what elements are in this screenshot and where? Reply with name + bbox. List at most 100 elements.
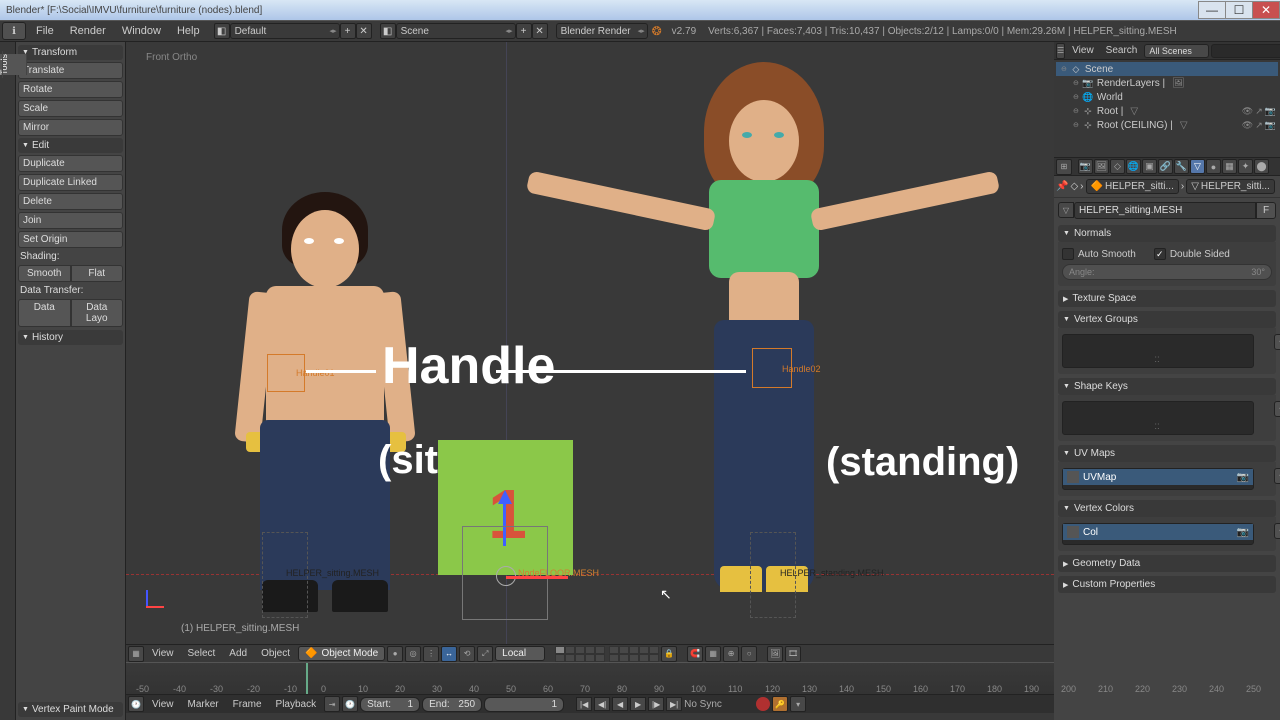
angle-slider[interactable]: Angle:30° [1062,264,1272,280]
add-scene-button[interactable]: + [516,23,532,39]
transform-header[interactable]: Transform [18,45,123,60]
autokey-record-icon[interactable] [756,697,770,711]
editor-type-3dview-icon[interactable]: ▦ [128,646,144,662]
timeline-view-menu[interactable]: View [146,699,180,710]
tree-row[interactable]: ⊖⊹Root |▽👁↗📷 [1056,104,1278,118]
scene-link-icon[interactable]: ◇ [1070,181,1078,192]
camera-active-icon[interactable]: 📷 [1237,472,1249,483]
fake-user-button[interactable]: F [1256,202,1276,219]
scale-button[interactable]: Scale [18,100,123,117]
screen-layout-dropdown[interactable]: Default [230,23,340,39]
delete-layout-button[interactable]: ✕ [356,23,372,39]
snap-target-icon[interactable]: ⊕ [723,646,739,662]
operator-panel[interactable]: Vertex Paint Mode [18,702,123,717]
uv-maps-header[interactable]: UV Maps [1058,445,1276,462]
tree-row[interactable]: ⊖◇Scene [1056,62,1278,76]
join-button[interactable]: Join [18,212,123,229]
outliner-search-input[interactable] [1211,44,1280,58]
shape-keys-add-button[interactable]: + [1274,401,1280,417]
jump-end-icon[interactable]: ▶| [666,697,682,711]
pivot-opts-icon[interactable]: ⋮ [423,646,439,662]
rotate-button[interactable]: Rotate [18,81,123,98]
editor-type-outliner-icon[interactable]: ☰ [1056,43,1065,59]
outliner-display-dropdown[interactable]: All Scenes [1144,44,1209,58]
render-opengl-icon[interactable]: 🖼 [767,646,783,662]
layer-buttons[interactable] [555,646,659,662]
outliner-search-menu[interactable]: Search [1101,45,1143,56]
tab-create[interactable]: Create [0,51,3,78]
vcol-item[interactable]: Col📷 [1063,524,1253,540]
lock-camera-icon[interactable]: 🔒 [661,646,677,662]
menu-file[interactable]: File [28,25,62,37]
duplicate-linked-button[interactable]: Duplicate Linked [18,174,123,191]
object-menu[interactable]: Object [255,648,296,659]
tree-row[interactable]: ⊖📷RenderLayers |🖼 [1056,76,1278,90]
timeline-marker-menu[interactable]: Marker [182,699,225,710]
editor-type-timeline-icon[interactable]: 🕐 [128,696,144,712]
snap-toggle-icon[interactable]: 🧲 [687,646,703,662]
render-engine-dropdown[interactable]: Blender Render [556,23,648,39]
sync-dropdown[interactable]: No Sync [684,699,744,710]
outliner-view-menu[interactable]: View [1067,45,1099,56]
uv-maps-list[interactable]: UVMap📷 [1062,468,1254,490]
jump-start-icon[interactable]: |◀ [576,697,592,711]
close-button[interactable]: ✕ [1252,1,1280,19]
keyframe-next-icon[interactable]: |▶ [648,697,664,711]
timeline-playback-menu[interactable]: Playback [270,699,323,710]
current-frame-indicator[interactable] [306,663,308,694]
double-sided-checkbox[interactable] [1154,248,1166,260]
end-frame-field[interactable]: End:250 [422,697,482,712]
outliner-tree[interactable]: ⊖◇Scene⊖📷RenderLayers |🖼⊖🌐World⊖⊹Root |▽… [1054,60,1280,134]
pin-icon[interactable]: 📌 [1056,181,1068,192]
vertex-colors-header[interactable]: Vertex Colors [1058,500,1276,517]
snap-type-icon[interactable]: ▦ [705,646,721,662]
menu-window[interactable]: Window [114,25,169,37]
texture-space-header[interactable]: Texture Space [1058,290,1276,307]
play-icon[interactable]: ▶ [630,697,646,711]
add-layout-button[interactable]: + [340,23,356,39]
timeline-frame-menu[interactable]: Frame [227,699,268,710]
tab-physics-icon[interactable]: ⬤ [1254,159,1269,174]
render-active-icon[interactable]: 📷 [1237,527,1249,538]
normals-header[interactable]: Normals [1058,225,1276,242]
tab-particles-icon[interactable]: ✦ [1238,159,1253,174]
start-frame-field[interactable]: Start:1 [360,697,420,712]
vertex-groups-add-button[interactable]: + [1274,334,1280,350]
orientation-dropdown[interactable]: Local [495,646,545,661]
current-frame-field[interactable]: 1 [484,697,564,712]
shape-keys-list[interactable]: :: [1062,401,1254,435]
render-opengl-anim-icon[interactable]: 🎞 [785,646,801,662]
shading-solid-icon[interactable]: ● [387,646,403,662]
tab-material-icon[interactable]: ● [1206,159,1221,174]
tab-world-icon[interactable]: 🌐 [1126,159,1141,174]
mesh-name-input[interactable] [1074,202,1256,219]
menu-help[interactable]: Help [169,25,208,37]
tab-tools[interactable]: Tools [0,54,27,75]
scene-browse-icon[interactable]: ◧ [380,23,396,39]
delete-button[interactable]: Delete [18,193,123,210]
delete-scene-button[interactable]: ✕ [532,23,548,39]
3d-viewport[interactable]: Front Ortho [126,42,1054,644]
tab-scene-icon[interactable]: ◇ [1110,159,1125,174]
history-header[interactable]: History [18,330,123,345]
keying-dropdown-icon[interactable]: ▾ [790,696,806,712]
tab-data-icon[interactable]: ▽ [1190,159,1205,174]
tab-render-icon[interactable]: 📷 [1078,159,1093,174]
tree-row[interactable]: ⊖🌐World [1056,90,1278,104]
add-menu[interactable]: Add [223,648,253,659]
keying-set-icon[interactable]: 🔑 [772,696,788,712]
bc-object[interactable]: 🔶HELPER_sitti... [1086,179,1179,194]
uvmap-item[interactable]: UVMap📷 [1063,469,1253,485]
geometry-data-header[interactable]: Geometry Data [1058,555,1276,572]
set-origin-dropdown[interactable]: Set Origin [18,231,123,248]
preview-range-icon[interactable]: 🕐 [342,696,358,712]
tab-modifiers-icon[interactable]: 🔧 [1174,159,1189,174]
play-reverse-icon[interactable]: ◀ [612,697,628,711]
proportional-edit-icon[interactable]: ○ [741,646,757,662]
translate-button[interactable]: Translate [18,62,123,79]
bc-mesh[interactable]: ▽HELPER_sitti... [1186,179,1275,194]
vcol-add-button[interactable]: + [1274,523,1280,539]
maximize-button[interactable]: ☐ [1225,1,1253,19]
view-menu[interactable]: View [146,648,180,659]
vertex-colors-list[interactable]: Col📷 [1062,523,1254,545]
